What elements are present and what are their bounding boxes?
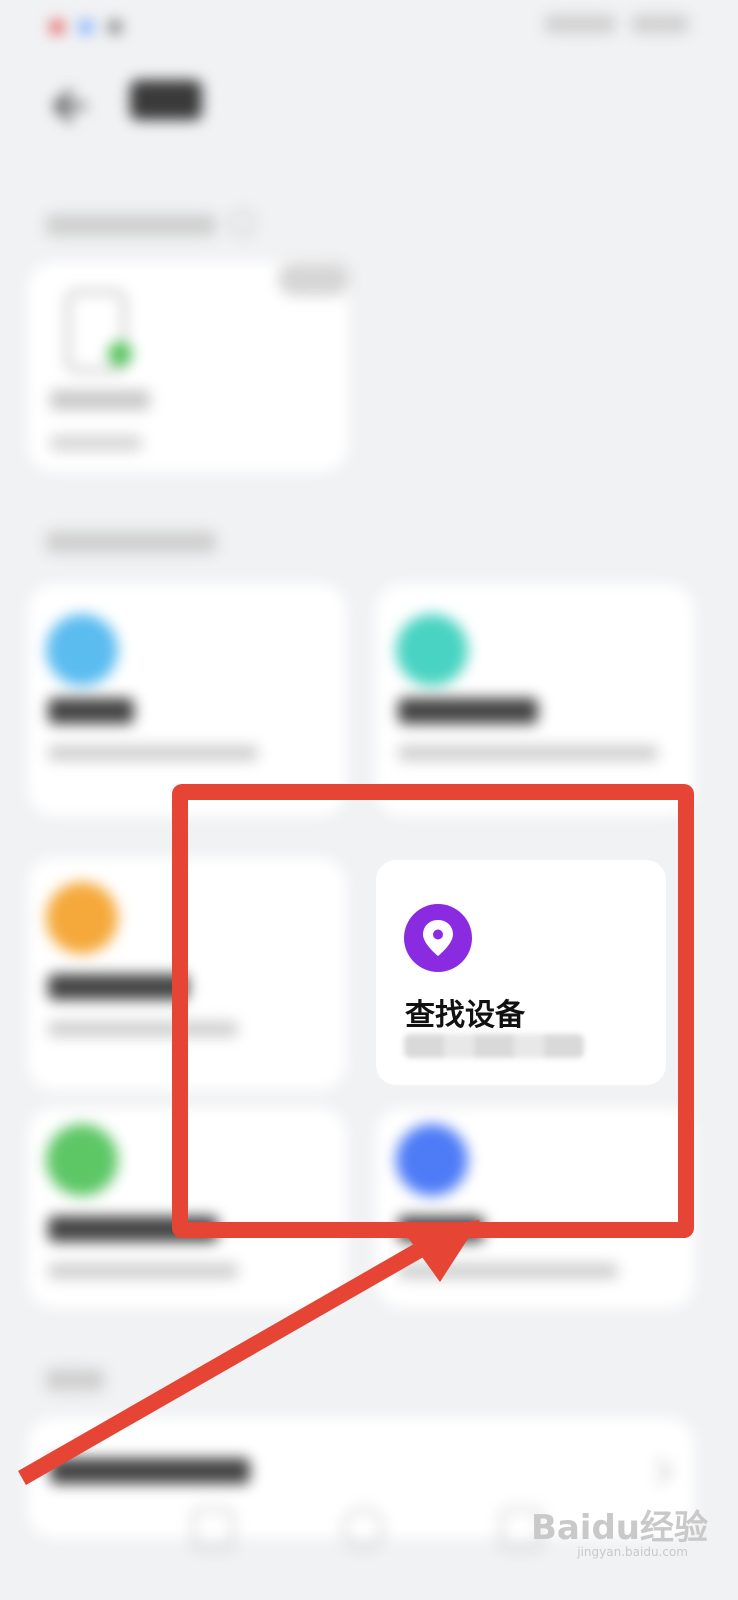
watermark-url: jingyan.baidu.com [577,1545,688,1559]
watermark-brand: Baidu经验 [530,1508,708,1548]
arrow-shaft [18,1237,434,1485]
annotation-arrow [18,1220,480,1485]
